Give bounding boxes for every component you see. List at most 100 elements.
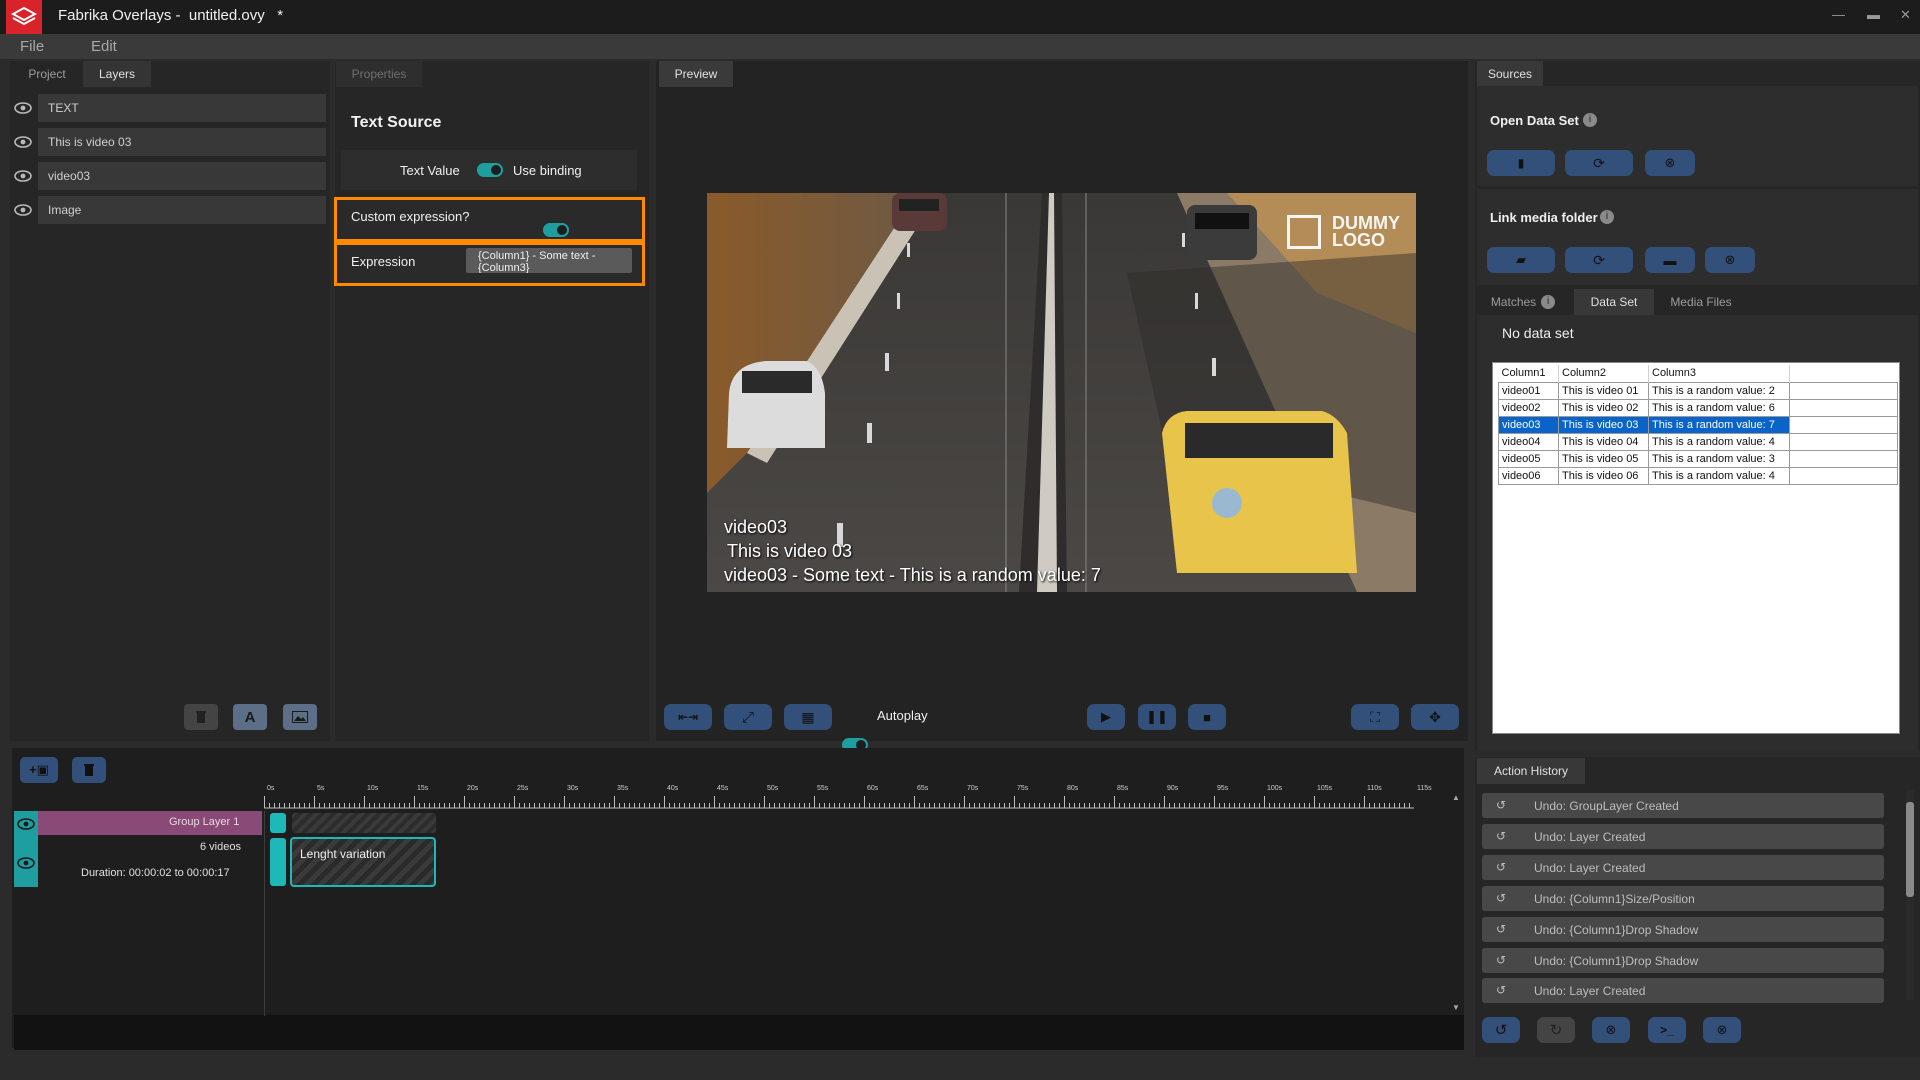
scroll-down-icon[interactable]: ▼ — [1452, 1003, 1460, 1012]
scrollbar-thumb[interactable] — [1906, 802, 1914, 897]
video-preview[interactable]: DUMMY LOGO video03 This is video 03 vide… — [707, 193, 1416, 592]
history-item[interactable]: ↺ Undo: {Column1}Drop Shadow — [1482, 948, 1884, 973]
eye-icon[interactable] — [17, 817, 35, 835]
table-cell[interactable]: This is a random value: 3 — [1648, 449, 1790, 468]
add-image-layer-button[interactable] — [283, 704, 317, 730]
table-row[interactable]: video06 This is video 06 This is a random … — [1498, 466, 1898, 485]
layer-item-video-text[interactable]: This is video 03 — [38, 128, 326, 156]
tab-preview[interactable]: Preview — [659, 61, 733, 87]
table-cell[interactable]: This is video 06 — [1558, 466, 1649, 485]
grid-button[interactable]: ▦ — [784, 704, 832, 730]
info-icon[interactable]: i — [1583, 113, 1597, 127]
reload-data-button[interactable]: ⟳ — [1565, 150, 1633, 176]
tab-properties[interactable]: Properties — [336, 61, 422, 87]
browse-media-button[interactable]: ▬ — [1645, 247, 1695, 273]
undo-button[interactable]: ↺ — [1482, 1017, 1520, 1043]
group-clip-start[interactable] — [270, 813, 286, 833]
add-text-layer-button[interactable]: A — [233, 704, 267, 730]
tab-matches[interactable]: Matches i — [1480, 289, 1566, 315]
clear-data-button[interactable]: ⊗ — [1645, 150, 1695, 176]
maximize-button[interactable]: ▬ — [1867, 7, 1880, 22]
length-variation-clip[interactable]: Lenght variation — [290, 837, 436, 887]
table-cell[interactable]: video05 — [1498, 449, 1559, 468]
open-file-button[interactable]: ▮ — [1487, 150, 1555, 176]
data-set-table[interactable]: Column1 Column2 Column3 video01 This is v… — [1498, 365, 1898, 485]
table-cell[interactable]: This is video 01 — [1558, 381, 1649, 400]
add-group-button[interactable]: +▣ — [20, 757, 58, 783]
history-item[interactable]: ↺ Undo: GroupLayer Created — [1482, 793, 1884, 818]
scroll-up-icon[interactable]: ▲ — [1452, 793, 1460, 802]
table-cell[interactable]: video04 — [1498, 432, 1559, 451]
group-clip[interactable] — [292, 813, 436, 833]
tab-action-history[interactable]: Action History — [1477, 758, 1585, 784]
data-set-table-container[interactable]: Column1 Column2 Column3 video01 This is v… — [1492, 362, 1900, 734]
table-cell[interactable]: This is video 02 — [1558, 398, 1649, 417]
column-header[interactable]: Column2 — [1558, 365, 1649, 382]
ruler-tick-label: 115s — [1417, 785, 1432, 792]
table-cell[interactable]: This is a random value: 6 — [1648, 398, 1790, 417]
close-console-button[interactable]: ⊗ — [1703, 1017, 1741, 1043]
history-item[interactable]: ↺ Undo: Layer Created — [1482, 855, 1884, 880]
play-button[interactable]: ▶ — [1087, 704, 1125, 730]
table-cell[interactable]: This is a random value: 2 — [1648, 381, 1790, 400]
table-cell[interactable]: This is a random value: 4 — [1648, 466, 1790, 485]
history-item[interactable]: ↺ Undo: Layer Created — [1482, 824, 1884, 849]
clip-start-handle[interactable] — [270, 838, 286, 886]
close-button[interactable]: ✕ — [1900, 7, 1911, 23]
table-cell[interactable]: video01 — [1498, 381, 1559, 400]
tab-data-set[interactable]: Data Set — [1574, 289, 1654, 315]
info-icon[interactable]: i — [1600, 210, 1614, 224]
table-row[interactable]: video02 This is video 02 This is a random … — [1498, 398, 1898, 417]
menu-edit[interactable]: Edit — [91, 38, 117, 55]
table-row[interactable]: video04 This is video 04 This is a random … — [1498, 432, 1898, 451]
collapse-button[interactable]: ✥ — [1411, 704, 1459, 730]
eye-icon[interactable] — [14, 203, 32, 221]
column-header[interactable]: Column1 — [1498, 365, 1559, 382]
tab-layers[interactable]: Layers — [83, 61, 151, 87]
layer-item-text[interactable]: TEXT — [38, 94, 326, 122]
column-header[interactable]: Column3 — [1648, 365, 1790, 382]
tab-sources[interactable]: Sources — [1477, 61, 1543, 87]
table-cell[interactable]: video06 — [1498, 466, 1559, 485]
table-cell[interactable]: This is video 04 — [1558, 432, 1649, 451]
table-cell[interactable]: This is video 05 — [1558, 449, 1649, 468]
table-row-selected[interactable]: video03 This is video 03 This is a random … — [1498, 415, 1898, 434]
history-scrollbar[interactable] — [1906, 790, 1914, 1000]
table-cell[interactable]: This is a random value: 7 — [1648, 415, 1790, 434]
table-cell[interactable]: video03 — [1498, 415, 1559, 434]
console-button[interactable]: >_ — [1648, 1017, 1686, 1043]
refresh-folder-button[interactable]: ⟳ — [1565, 247, 1633, 273]
stop-button[interactable]: ■ — [1188, 704, 1226, 730]
custom-expression-toggle[interactable] — [543, 223, 569, 237]
history-item[interactable]: ↺ Undo: {Column1}Drop Shadow — [1482, 917, 1884, 942]
delete-layer-button[interactable] — [184, 704, 218, 730]
tab-project[interactable]: Project — [12, 61, 82, 87]
pause-button[interactable]: ❚❚ — [1138, 704, 1176, 730]
redo-button[interactable]: ↻ — [1537, 1017, 1575, 1043]
open-folder-button[interactable]: ▰ — [1487, 247, 1555, 273]
eye-icon[interactable] — [14, 169, 32, 187]
table-cell[interactable]: This is video 03 — [1558, 415, 1649, 434]
layer-item-image[interactable]: Image — [38, 196, 326, 224]
eye-icon[interactable] — [14, 101, 32, 119]
table-row[interactable]: video05 This is video 05 This is a random … — [1498, 449, 1898, 468]
fullscreen-button[interactable]: ⛶ — [1351, 704, 1399, 730]
unlink-folder-button[interactable]: ⊗ — [1705, 247, 1755, 273]
history-item[interactable]: ↺ Undo: {Column1}Size/Position — [1482, 886, 1884, 911]
delete-track-button[interactable] — [72, 757, 106, 783]
eye-icon[interactable] — [14, 135, 32, 153]
tab-media-files[interactable]: Media Files — [1660, 289, 1742, 315]
table-cell[interactable]: video02 — [1498, 398, 1559, 417]
expand-button[interactable]: ⤢ — [724, 704, 772, 730]
expression-input[interactable]: {Column1} - Some text - {Column3} — [466, 248, 632, 273]
history-item[interactable]: ↺ Undo: Layer Created — [1482, 978, 1884, 1003]
layer-item-video03[interactable]: video03 — [38, 162, 326, 190]
table-row[interactable]: video01 This is video 01 This is a random … — [1498, 381, 1898, 400]
minimize-button[interactable]: — — [1832, 7, 1845, 22]
menu-file[interactable]: File — [20, 38, 44, 55]
use-binding-toggle[interactable] — [477, 163, 503, 177]
clear-history-button[interactable]: ⊗ — [1592, 1017, 1630, 1043]
table-cell[interactable]: This is a random value: 4 — [1648, 432, 1790, 451]
eye-icon[interactable] — [17, 856, 35, 874]
fit-width-button[interactable]: ⇤⇥ — [664, 704, 712, 730]
